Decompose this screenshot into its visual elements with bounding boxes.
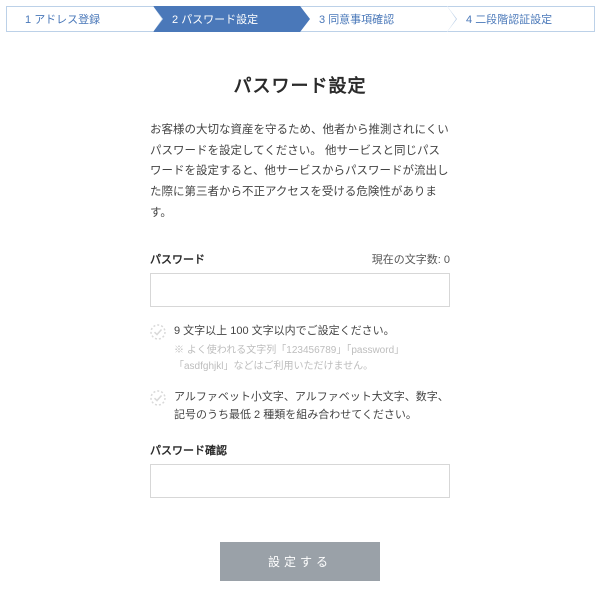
check-icon bbox=[150, 390, 166, 406]
char-counter: 現在の文字数: 0 bbox=[372, 251, 450, 267]
rule-note: ※ よく使われる文字列「123456789」「password」「asdfghj… bbox=[174, 343, 450, 375]
rule-text: 9 文字以上 100 文字以内でご設定ください。 bbox=[174, 323, 450, 341]
page-title: パスワード設定 bbox=[150, 72, 450, 98]
submit-wrap: 設定する bbox=[150, 542, 450, 581]
step-label: アドレス登録 bbox=[34, 14, 100, 26]
submit-button[interactable]: 設定する bbox=[220, 542, 380, 581]
step-3: 3 同意事項確認 bbox=[300, 6, 448, 32]
step-num: 2 bbox=[172, 14, 178, 26]
step-num: 3 bbox=[319, 14, 325, 26]
intro-text: お客様の大切な資産を守るため、他者から推測されにくいパスワードを設定してください… bbox=[150, 120, 450, 223]
rule-text-block: アルファベット小文字、アルファベット大文字、数字、記号のうち最低 2 種類を組み… bbox=[174, 389, 450, 424]
step-label: 同意事項確認 bbox=[328, 14, 394, 26]
step-num: 4 bbox=[466, 14, 472, 26]
step-label: 二段階認証設定 bbox=[475, 14, 552, 26]
check-icon bbox=[150, 324, 166, 340]
step-2: 2 パスワード設定 bbox=[153, 6, 301, 32]
password-input[interactable] bbox=[150, 273, 450, 307]
password-label: パスワード bbox=[150, 251, 205, 267]
step-1: 1 アドレス登録 bbox=[6, 6, 154, 32]
counter-prefix: 現在の文字数: bbox=[372, 254, 444, 266]
password-confirm-input[interactable] bbox=[150, 464, 450, 498]
rule-charset: アルファベット小文字、アルファベット大文字、数字、記号のうち最低 2 種類を組み… bbox=[150, 389, 450, 424]
confirm-label: パスワード確認 bbox=[150, 442, 227, 458]
form-container: パスワード設定 お客様の大切な資産を守るため、他者から推測されにくいパスワードを… bbox=[150, 32, 450, 601]
rule-length: 9 文字以上 100 文字以内でご設定ください。 ※ よく使われる文字列「123… bbox=[150, 323, 450, 375]
step-4: 4 二段階認証設定 bbox=[447, 6, 595, 32]
password-label-row: パスワード 現在の文字数: 0 bbox=[150, 251, 450, 267]
rule-text-block: 9 文字以上 100 文字以内でご設定ください。 ※ よく使われる文字列「123… bbox=[174, 323, 450, 375]
step-num: 1 bbox=[25, 14, 31, 26]
rule-text: アルファベット小文字、アルファベット大文字、数字、記号のうち最低 2 種類を組み… bbox=[174, 389, 450, 424]
step-label: パスワード設定 bbox=[181, 14, 258, 26]
counter-value: 0 bbox=[444, 254, 450, 266]
confirm-label-row: パスワード確認 bbox=[150, 442, 450, 458]
progress-stepper: 1 アドレス登録 2 パスワード設定 3 同意事項確認 4 二段階認証設定 bbox=[0, 0, 600, 32]
